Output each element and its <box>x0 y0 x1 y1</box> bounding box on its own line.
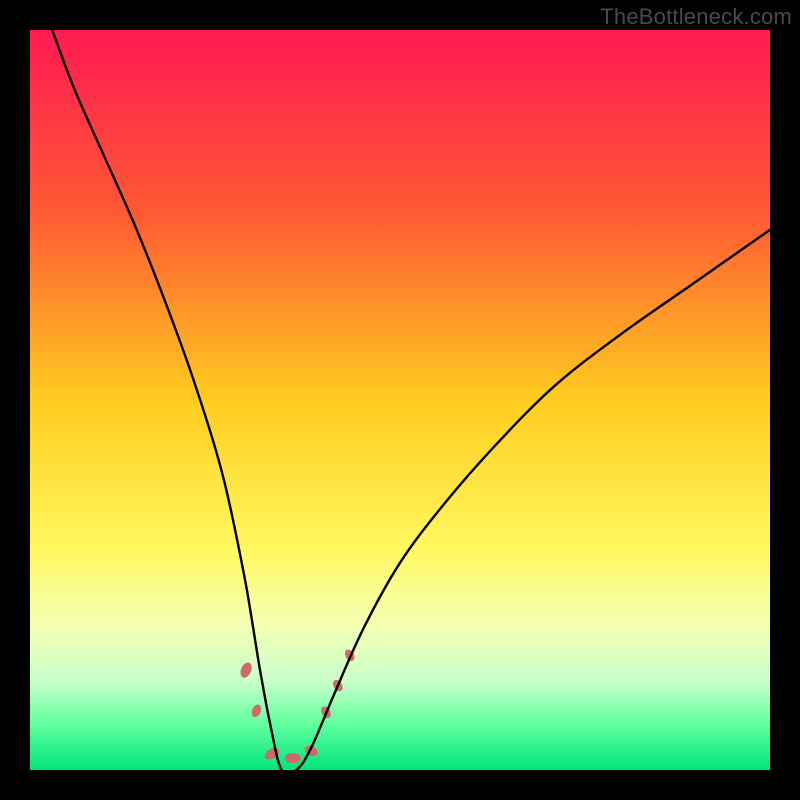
chart-frame <box>30 30 770 770</box>
marker-blob <box>238 661 254 680</box>
bottleneck-curve <box>52 30 770 770</box>
watermark-text: TheBottleneck.com <box>600 4 792 30</box>
marker-cluster <box>238 648 356 763</box>
marker-blob <box>285 753 301 763</box>
chart-plot <box>30 30 770 770</box>
marker-blob <box>250 703 263 718</box>
